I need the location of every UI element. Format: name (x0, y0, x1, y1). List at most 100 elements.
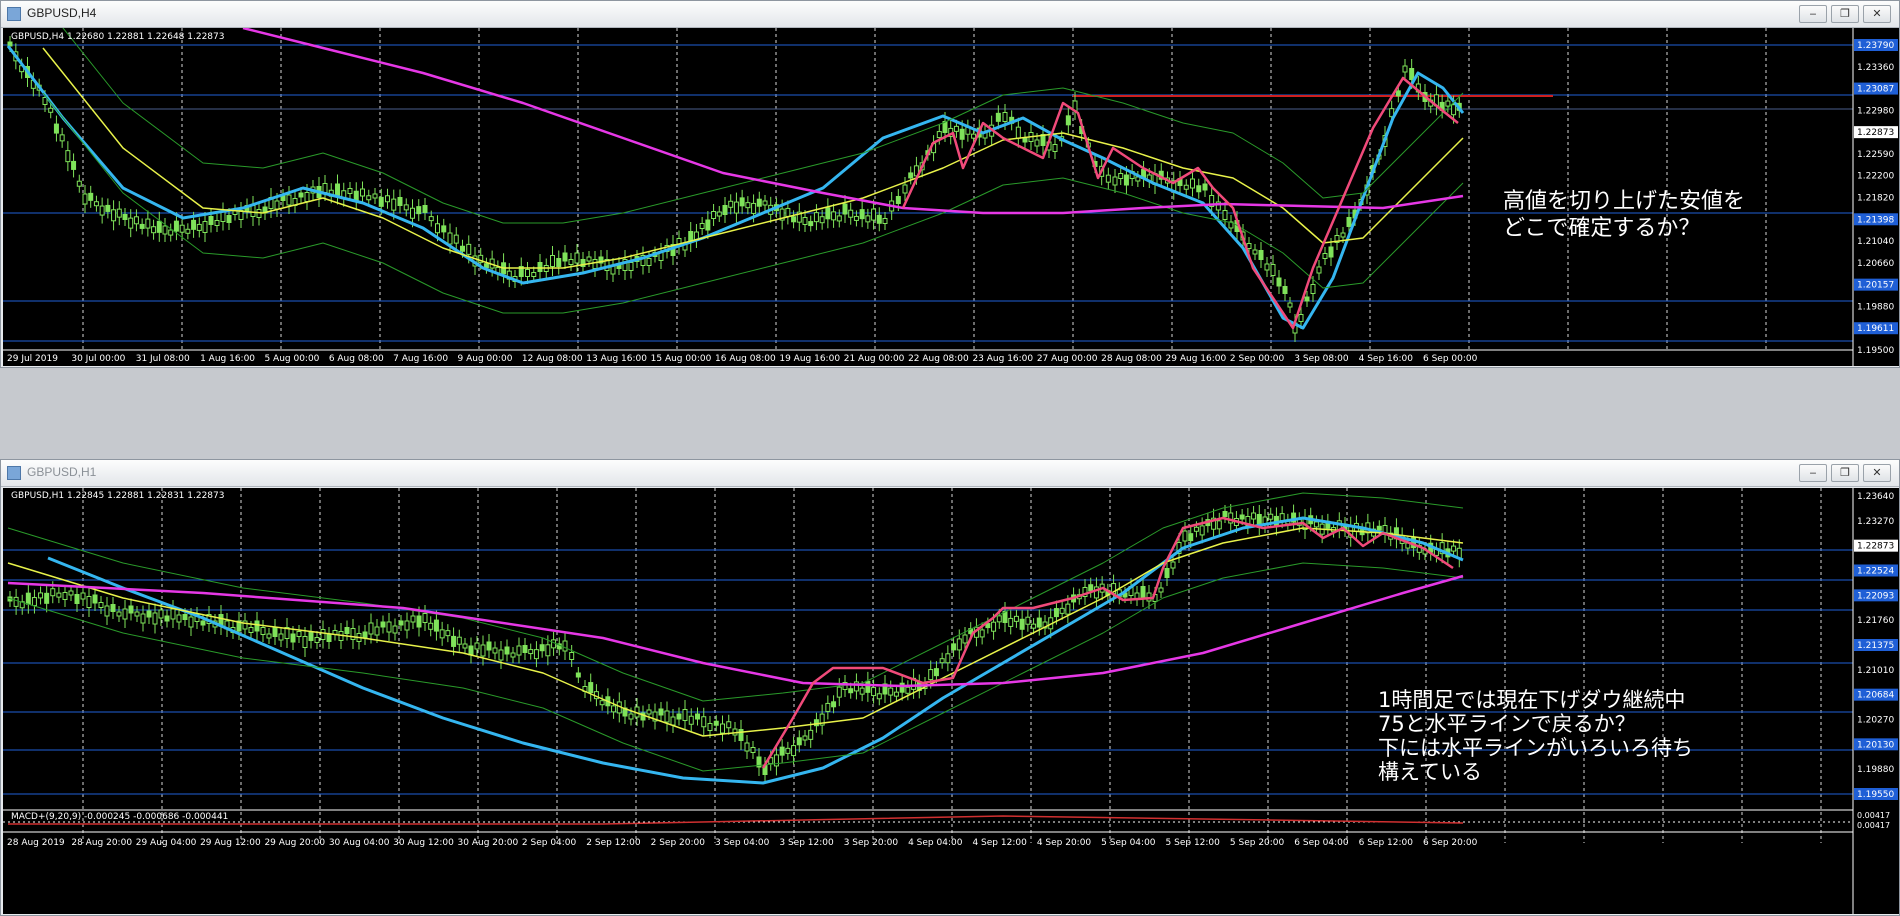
candle (92, 594, 98, 604)
candle (550, 255, 555, 267)
candle (56, 592, 62, 598)
candle (466, 243, 472, 255)
time-tick-label: 5 Aug 00:00 (264, 354, 319, 364)
price-tick-label: 1.20660 (1857, 259, 1894, 269)
candle (750, 747, 756, 753)
candle (545, 644, 551, 657)
time-tick-label: 5 Sep 04:00 (1101, 838, 1156, 848)
candle (74, 594, 80, 604)
candle (991, 621, 997, 632)
minimize-icon: ‒ (1809, 7, 1817, 20)
time-tick-label: 3 Sep 08:00 (1294, 354, 1349, 364)
restore-button[interactable]: ❐ (1831, 5, 1859, 23)
candle (416, 206, 422, 215)
candle (1036, 617, 1042, 628)
minimize-button[interactable]: ‒ (1799, 464, 1827, 482)
candle (695, 713, 700, 720)
candle (486, 641, 492, 651)
candle (428, 622, 434, 630)
price-tick-label: 1.21375 (1857, 641, 1894, 651)
candle (168, 229, 174, 236)
candle (404, 620, 410, 631)
candle (745, 202, 751, 209)
time-tick-label: 30 Aug 12:00 (393, 838, 454, 848)
price-tick-label: 1.19880 (1857, 302, 1894, 312)
candle (1328, 246, 1334, 258)
candle (1164, 568, 1170, 578)
candle (242, 620, 248, 630)
candle (1065, 115, 1071, 126)
candle (586, 256, 592, 262)
price-tick-label: 1.23087 (1857, 85, 1894, 95)
candle (779, 746, 785, 756)
time-tick-label: 6 Sep 04:00 (1294, 838, 1349, 848)
candle (537, 262, 543, 272)
candle (439, 629, 445, 639)
time-tick-label: 21 Aug 00:00 (844, 354, 905, 364)
candle (936, 131, 942, 139)
price-tick-label: 1.19550 (1857, 790, 1894, 800)
candle (859, 209, 865, 220)
restore-button[interactable]: ❐ (1831, 464, 1859, 482)
close-button[interactable]: ✕ (1863, 5, 1891, 23)
candle (456, 636, 462, 645)
zigzag-line (901, 76, 1459, 330)
time-tick-label: 9 Aug 00:00 (458, 354, 513, 364)
price-tick-label: 1.19880 (1857, 765, 1894, 775)
annotation-text: 1時間足では現在下げダウ継続中 75と水平ラインで戻るか？ 下には水平ラインがい… (1378, 688, 1693, 784)
close-icon: ✕ (1872, 7, 1882, 20)
candle (441, 225, 447, 233)
title-bar[interactable]: GBPUSD,H4 ‒ ❐ ✕ (1, 1, 1899, 28)
time-tick-label: 27 Aug 00:00 (1037, 354, 1098, 364)
title-bar[interactable]: GBPUSD,H1 ‒ ❐ ✕ (1, 460, 1899, 487)
close-button[interactable]: ✕ (1863, 464, 1891, 482)
candle (842, 203, 848, 215)
macd-scale-label: 0.00417 (1857, 821, 1890, 830)
candle (756, 198, 762, 207)
price-chart-h4[interactable]: GBPUSD,H4 1.22680 1.22881 1.22648 1.2287… (3, 28, 1899, 366)
candle (59, 134, 65, 142)
candle (362, 631, 368, 639)
candle (1409, 68, 1415, 80)
time-tick-label: 28 Aug 2019 (7, 838, 65, 848)
candle (611, 705, 617, 713)
candle (93, 201, 99, 207)
candle (254, 620, 260, 632)
candle (1088, 584, 1094, 592)
candle (1059, 607, 1065, 614)
candle (785, 207, 791, 217)
candle (1322, 253, 1328, 259)
candle (831, 211, 837, 221)
chart-window-h4[interactable]: GBPUSD,H4 ‒ ❐ ✕ GBPUSD,H4 1.22680 1.2288… (0, 0, 1900, 368)
candle (474, 642, 480, 650)
candle (260, 627, 266, 635)
candle (1402, 65, 1408, 73)
minimize-button[interactable]: ‒ (1799, 5, 1827, 23)
time-tick-label: 4 Sep 16:00 (1359, 354, 1414, 364)
candle (1188, 533, 1194, 542)
time-tick-label: 7 Aug 16:00 (393, 354, 448, 364)
price-chart-h1[interactable]: MACD+(9,20,9) -0.000245 -0.000686 -0.000… (3, 488, 1899, 914)
candle (882, 218, 888, 224)
candle (865, 215, 871, 223)
candle (468, 645, 474, 656)
candle (422, 613, 428, 623)
time-tick-label: 4 Sep 20:00 (1037, 838, 1092, 848)
candle (272, 627, 278, 637)
candle (185, 228, 191, 234)
candle (688, 715, 694, 725)
candle (1258, 250, 1264, 260)
price-tick-label: 1.21040 (1857, 237, 1894, 247)
price-tick-label: 1.19611 (1857, 324, 1894, 334)
time-tick-label: 31 Jul 08:00 (136, 354, 190, 364)
candle (1022, 137, 1028, 143)
candle (274, 200, 280, 210)
candle (979, 629, 985, 638)
candle (819, 216, 825, 224)
chart-window-h1[interactable]: GBPUSD,H1 ‒ ❐ ✕ MACD+(9,20,9) -0.000245 … (0, 459, 1900, 916)
candle (556, 258, 562, 267)
candle (347, 188, 353, 194)
time-tick-label: 16 Aug 08:00 (715, 354, 776, 364)
candle (304, 192, 310, 202)
candle (848, 688, 854, 694)
